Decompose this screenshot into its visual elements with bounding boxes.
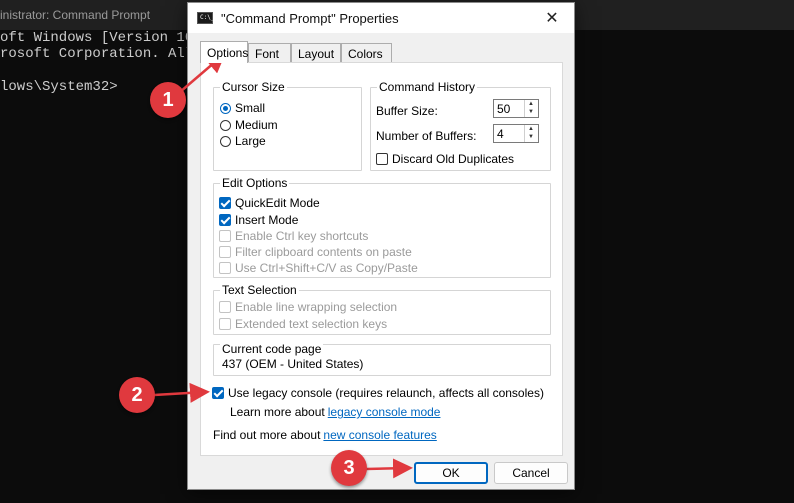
insert-mode-checkbox[interactable]: Insert Mode	[219, 213, 298, 227]
console-line: oft Windows [Version 10.	[0, 30, 202, 46]
cursor-large-radio[interactable]: Large	[220, 134, 266, 148]
checkbox-indicator	[219, 301, 231, 313]
text-selection-title: Text Selection	[220, 283, 299, 297]
learn-more-text: Learn more about legacy console mode	[230, 405, 441, 419]
buffer-size-value: 50	[497, 102, 511, 116]
num-buffers-stepper[interactable]: 4 ▲ ▼	[493, 124, 539, 143]
checkbox-indicator	[219, 262, 231, 274]
checkbox-indicator	[376, 153, 388, 165]
cursor-small-radio[interactable]: Small	[220, 101, 265, 115]
command-history-title: Command History	[377, 80, 478, 94]
checkbox-indicator	[219, 214, 231, 226]
console-line: lows\System32>	[0, 79, 118, 95]
cursor-size-title: Cursor Size	[220, 80, 287, 94]
command-prompt-icon: C:\_	[197, 12, 214, 24]
buffer-size-stepper[interactable]: 50 ▲ ▼	[493, 99, 539, 118]
spin-down-icon[interactable]: ▼	[525, 108, 537, 116]
tab-options[interactable]: Options	[200, 41, 248, 63]
dialog-title: "Command Prompt" Properties	[221, 11, 399, 26]
spin-up-icon[interactable]: ▲	[525, 125, 537, 133]
radio-indicator	[220, 119, 231, 131]
ctrl-shortcuts-checkbox: Enable Ctrl key shortcuts	[219, 229, 368, 243]
cursor-size-group: Cursor Size Small Medium Large	[213, 80, 362, 171]
step-badge-1: 1	[150, 82, 186, 118]
step-badge-3: 3	[331, 450, 367, 486]
line-wrapping-checkbox: Enable line wrapping selection	[219, 300, 397, 314]
dialog-titlebar[interactable]: C:\_ "Command Prompt" Properties ✕	[188, 3, 574, 33]
num-buffers-value: 4	[497, 127, 504, 141]
tab-colors[interactable]: Colors	[341, 43, 392, 62]
close-icon: ✕	[545, 10, 559, 27]
radio-indicator	[220, 135, 231, 147]
discard-duplicates-checkbox[interactable]: Discard Old Duplicates	[376, 152, 514, 166]
legacy-console-mode-link[interactable]: legacy console mode	[328, 405, 441, 419]
checkbox-indicator	[219, 246, 231, 258]
new-console-features-link[interactable]: new console features	[323, 428, 436, 442]
code-page-value: 437 (OEM - United States)	[222, 357, 364, 371]
properties-dialog: C:\_ "Command Prompt" Properties ✕ Optio…	[187, 2, 575, 490]
buffer-size-label: Buffer Size:	[376, 104, 438, 118]
console-title: inistrator: Command Prompt	[0, 8, 151, 22]
tab-layout[interactable]: Layout	[291, 43, 341, 62]
find-out-text: Find out more about new console features	[213, 428, 437, 442]
filter-clipboard-checkbox: Filter clipboard contents on paste	[219, 245, 412, 259]
spin-down-icon[interactable]: ▼	[525, 133, 537, 141]
checkbox-indicator	[219, 230, 231, 242]
ok-button[interactable]: OK	[414, 462, 488, 484]
cancel-button[interactable]: Cancel	[494, 462, 568, 484]
console-line: rosoft Corporation. All	[0, 46, 194, 62]
step-badge-2: 2	[119, 377, 155, 413]
quickedit-checkbox[interactable]: QuickEdit Mode	[219, 196, 320, 210]
num-buffers-label: Number of Buffers:	[376, 129, 477, 143]
checkbox-indicator	[219, 318, 231, 330]
cursor-medium-radio[interactable]: Medium	[220, 118, 278, 132]
tab-font[interactable]: Font	[248, 43, 291, 62]
ctrl-shift-cv-checkbox: Use Ctrl+Shift+C/V as Copy/Paste	[219, 261, 418, 275]
edit-options-title: Edit Options	[220, 176, 290, 190]
spin-up-icon[interactable]: ▲	[525, 100, 537, 108]
close-button[interactable]: ✕	[530, 3, 574, 33]
legacy-console-checkbox[interactable]: Use legacy console (requires relaunch, a…	[212, 386, 544, 400]
code-page-title: Current code page	[220, 342, 324, 356]
extended-keys-checkbox: Extended text selection keys	[219, 317, 387, 331]
checkbox-indicator	[219, 197, 231, 209]
radio-indicator	[220, 102, 231, 114]
checkbox-indicator	[212, 387, 224, 399]
